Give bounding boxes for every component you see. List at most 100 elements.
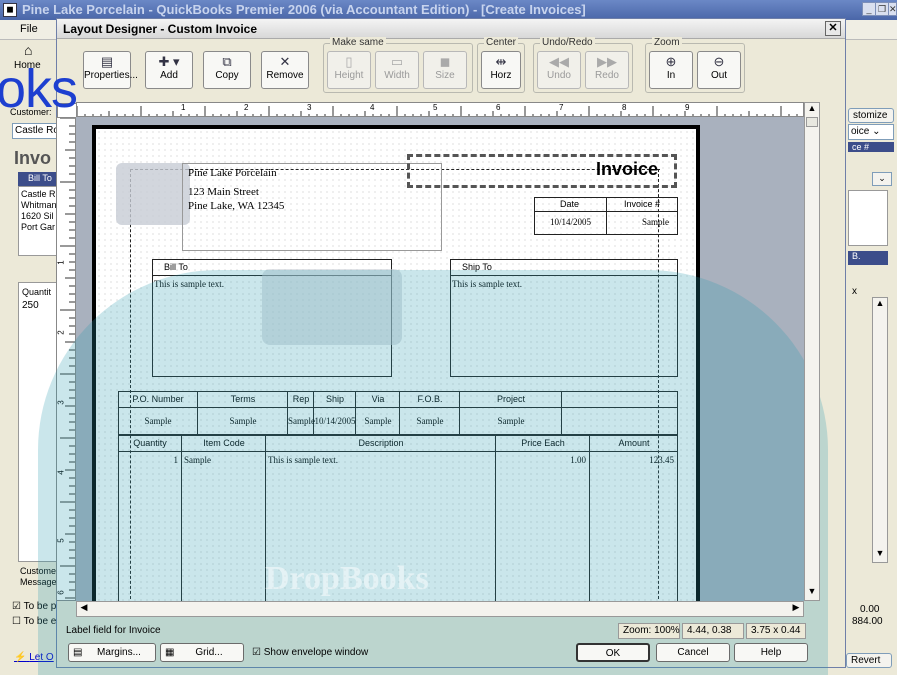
grid-icon: ▦: [165, 647, 175, 658]
height-label: Height: [334, 70, 364, 81]
center-horz-icon: ⇹: [495, 54, 507, 69]
envelope-label: Show envelope window: [263, 647, 369, 658]
invoice-title: Invoice: [596, 159, 659, 179]
size-status: 3.75 x 0.44: [746, 623, 806, 639]
b-label: B.: [848, 251, 888, 265]
lightning-icon: ⚡: [14, 652, 27, 663]
properties-icon: ▤: [100, 54, 114, 69]
copy-icon: ⧉: [222, 54, 232, 69]
copy-button[interactable]: ⧉ Copy: [203, 51, 251, 89]
horz-label: Horz: [490, 70, 512, 81]
margins-label: Margins...: [97, 647, 141, 658]
zoom-out-button[interactable]: ⊖ Out: [697, 51, 741, 89]
add-label: Add: [160, 70, 178, 81]
watermark-text: oks: [0, 59, 78, 119]
balance-value: 884.00: [852, 616, 883, 627]
scroll-right-icon[interactable]: ▶: [789, 602, 803, 616]
ship-to-area: [848, 190, 888, 246]
size-label: Size: [435, 70, 455, 81]
size-icon: ◼: [439, 54, 451, 69]
company-city: Pine Lake, WA 12345: [188, 200, 285, 212]
center-label: Center: [484, 37, 519, 48]
invoice-number-value: Sample: [642, 217, 669, 227]
company-name: Pine Lake Porcelain: [188, 167, 277, 179]
app-icon: ◼: [3, 3, 17, 17]
customize-button[interactable]: stomize: [848, 108, 894, 123]
grid-button[interactable]: ▦ Grid...: [160, 643, 244, 662]
help-button[interactable]: Help: [734, 643, 808, 662]
revert-button[interactable]: Revert: [846, 653, 892, 668]
width-label: Width: [384, 70, 410, 81]
close-icon[interactable]: ✕: [825, 21, 841, 36]
cancel-button[interactable]: Cancel: [656, 643, 730, 662]
invoice-number-label: ce #: [848, 142, 894, 152]
date-value: 10/14/2005: [550, 217, 592, 227]
grid-label: Grid...: [195, 647, 223, 658]
right-scrollbar[interactable]: [872, 297, 888, 563]
status-label: Label field for Invoice: [66, 625, 161, 636]
dialog-title-bar: Layout Designer - Custom Invoice: [57, 19, 845, 39]
template-select[interactable]: oice ⌄: [848, 124, 894, 140]
height-icon: ▯: [345, 54, 353, 69]
height-button[interactable]: ▯ Height: [327, 51, 371, 89]
zoom-in-button[interactable]: ⊕ In: [649, 51, 693, 89]
logo-placeholder[interactable]: [116, 163, 190, 225]
properties-button[interactable]: ▤ Properties...: [83, 51, 138, 89]
watermark-bottom-text: DropBooks: [265, 560, 429, 597]
undo-icon: ◀◀: [549, 54, 569, 69]
envelope-checkbox[interactable]: ☑ Show envelope window: [252, 647, 368, 658]
zoom-label: Zoom: [652, 37, 682, 48]
minimize-icon[interactable]: _: [862, 2, 876, 16]
ruler-mark: 2: [244, 103, 249, 112]
quantity-value[interactable]: 250: [22, 300, 39, 311]
vertical-scrollbar[interactable]: ▲ ▼: [804, 102, 820, 601]
scroll-left-icon[interactable]: ◀: [77, 602, 91, 616]
ruler-mark: 3: [307, 103, 312, 112]
zoom-out-label: Out: [710, 70, 728, 81]
app-close-icon[interactable]: ✕: [888, 2, 897, 16]
scroll-down-icon[interactable]: ▼: [805, 586, 819, 600]
zoom-in-icon: ⊕: [665, 54, 677, 69]
remove-button[interactable]: ✕ Remove: [261, 51, 309, 89]
date-divider: [606, 197, 607, 235]
margins-icon: ▤: [73, 647, 83, 658]
customer-field[interactable]: Castle Ro: [12, 123, 62, 139]
menu-file[interactable]: File: [0, 20, 44, 38]
position-status: 4.44, 0.38: [682, 623, 744, 639]
x-label: x: [852, 286, 857, 297]
make-same-label: Make same: [330, 37, 386, 48]
restore-icon[interactable]: ❐: [875, 2, 889, 16]
app-title-bar: Pine Lake Porcelain - QuickBooks Premier…: [0, 0, 897, 20]
ruler-mark: 6: [496, 103, 501, 112]
copy-label: Copy: [215, 70, 239, 81]
scroll-thumb[interactable]: [806, 117, 818, 127]
scroll-up-icon[interactable]: ▲: [873, 298, 887, 312]
ruler-mark: 9: [685, 103, 690, 112]
home-icon[interactable]: ⌂: [24, 42, 32, 58]
properties-label: Properties...: [84, 70, 138, 81]
total-value: 0.00: [860, 604, 880, 615]
dialog-title: Layout Designer - Custom Invoice: [63, 22, 258, 36]
scroll-up-icon[interactable]: ▲: [805, 103, 819, 117]
zoom-out-icon: ⊖: [713, 54, 725, 69]
bill-to-header: Bill To: [164, 262, 188, 272]
undo-button[interactable]: ◀◀ Undo: [537, 51, 581, 89]
size-button[interactable]: ◼ Size: [423, 51, 467, 89]
terms-dropdown-icon[interactable]: ⌄: [872, 172, 892, 186]
date-hline: [534, 211, 678, 212]
add-button[interactable]: ✚ ▾ Add: [145, 51, 193, 89]
address-line: Castle R: [21, 189, 56, 199]
horizontal-scrollbar[interactable]: ◀ ▶: [76, 601, 804, 617]
undo-label: Undo: [547, 70, 571, 81]
redo-icon: ▶▶: [597, 54, 617, 69]
horizontal-ruler: 1 2 3 4 5 6 7 8 9: [76, 102, 804, 117]
horz-button[interactable]: ⇹ Horz: [481, 51, 521, 89]
ok-button[interactable]: OK: [576, 643, 650, 662]
remove-label: Remove: [266, 70, 304, 81]
margins-button[interactable]: ▤ Margins...: [68, 643, 156, 662]
invoice-number-header: Invoice #: [624, 199, 661, 209]
redo-button[interactable]: ▶▶ Redo: [585, 51, 629, 89]
width-icon: ▭: [390, 54, 404, 69]
width-button[interactable]: ▭ Width: [375, 51, 419, 89]
scroll-down-icon[interactable]: ▼: [873, 548, 887, 562]
